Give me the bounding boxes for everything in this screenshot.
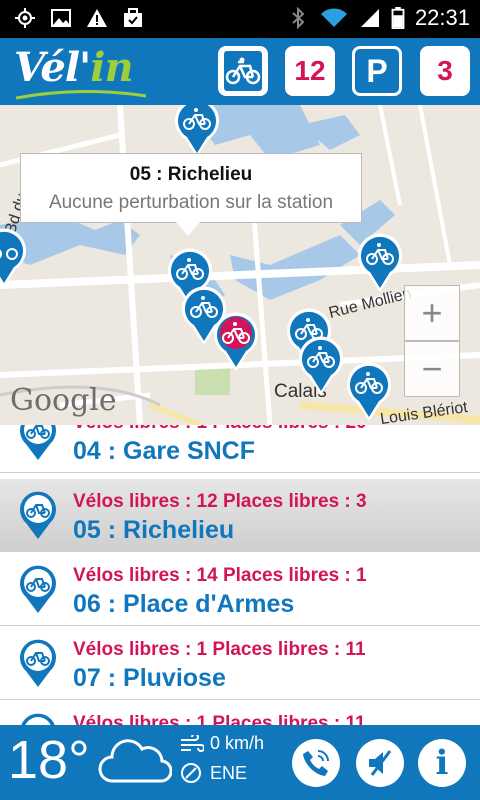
warning-icon [87, 9, 107, 27]
clock: 22:31 [414, 5, 470, 30]
compass-icon [181, 763, 201, 783]
bikes-mode-button[interactable] [218, 46, 268, 96]
info-window-subtitle: Aucune perturbation sur la station [48, 192, 334, 213]
zoom-out-button[interactable]: − [404, 341, 460, 397]
station-pin[interactable] [345, 361, 393, 423]
station-list[interactable]: Vélos libres : 1 Places libres : 20 04 :… [0, 425, 480, 725]
wind-icon [181, 734, 204, 752]
parking-mode-button[interactable]: P [352, 46, 402, 96]
station-pin[interactable] [173, 105, 221, 159]
station-pin-icon [21, 713, 55, 725]
station-pin[interactable] [356, 232, 404, 294]
availability-text: Vélos libres : 14 Places libres : 1 [73, 565, 367, 586]
logo-swoosh-icon [16, 90, 146, 100]
info-window-pointer [176, 222, 200, 236]
list-item[interactable]: Vélos libres : 1 Places libres : 20 04 :… [0, 425, 480, 473]
availability-text: Vélos libres : 1 Places libres : 20 [73, 425, 367, 434]
bikes-count-badge[interactable]: 12 [285, 46, 335, 96]
wifi-icon [320, 8, 347, 27]
wind-speed-row: 0 km/h [180, 733, 264, 754]
station-pin[interactable] [0, 227, 28, 289]
app-bar: Vél'in 12 P 3 [0, 38, 480, 105]
bluetooth-icon [292, 7, 305, 29]
app-logo: Vél'in [14, 44, 134, 91]
station-name: 07 : Pluviose [73, 664, 226, 692]
google-attribution: Google [10, 383, 117, 418]
availability-text: Vélos libres : 12 Places libres : 3 [73, 491, 367, 512]
station-pin-icon [20, 425, 56, 460]
parking-icon: P [366, 52, 388, 89]
info-icon: i [435, 743, 449, 783]
wind-direction: ENE [210, 762, 248, 783]
station-pin-icon [20, 565, 56, 613]
availability-text: Vélos libres : 1 Places libres : 11 [73, 713, 366, 725]
station-pin-icon [20, 491, 56, 539]
call-button[interactable] [292, 739, 340, 787]
station-pin-alert[interactable] [212, 311, 260, 373]
info-window-title: 05 : Richelieu [129, 164, 253, 185]
info-button[interactable]: i [418, 739, 466, 787]
weather-bar: 18° 0 km/h ENE i [0, 725, 480, 800]
station-info-window[interactable]: 05 : Richelieu Aucune perturbation sur l… [20, 153, 362, 223]
list-item[interactable]: Vélos libres : 1 Places libres : 11 07 :… [0, 627, 480, 700]
list-item[interactable]: Vélos libres : 14 Places libres : 1 06 :… [0, 553, 480, 626]
station-pin-icon [20, 639, 56, 687]
wind-speed: 0 km/h [210, 733, 265, 753]
station-name: 04 : Gare SNCF [73, 437, 256, 465]
availability-text: Vélos libres : 1 Places libres : 11 [73, 639, 366, 660]
speaker-muted-icon [369, 750, 392, 776]
list-item[interactable]: Vélos libres : 1 Places libres : 11 [0, 701, 480, 725]
station-name: 06 : Place d'Armes [73, 590, 295, 618]
station-name: 05 : Richelieu [73, 516, 235, 544]
zoom-in-button[interactable]: + [404, 285, 460, 341]
parking-count-badge[interactable]: 3 [420, 46, 470, 96]
cloud-icon [98, 739, 172, 783]
battery-icon [391, 7, 405, 29]
bicycle-icon [225, 57, 261, 85]
wind-direction-row: ENE [180, 762, 247, 784]
gps-icon [15, 8, 35, 28]
map-view[interactable]: Bd du Rue Mollien Louis Blériot Calais G… [0, 105, 480, 425]
signal-icon [360, 9, 379, 27]
phone-icon [303, 750, 329, 776]
list-item-selected[interactable]: Vélos libres : 12 Places libres : 3 05 :… [0, 479, 480, 552]
image-icon [51, 9, 71, 27]
briefcase-icon [124, 8, 142, 27]
status-bar: 22:31 [0, 0, 480, 38]
temperature: 18° [8, 730, 90, 790]
mute-button[interactable] [356, 739, 404, 787]
station-pin[interactable] [297, 335, 345, 397]
